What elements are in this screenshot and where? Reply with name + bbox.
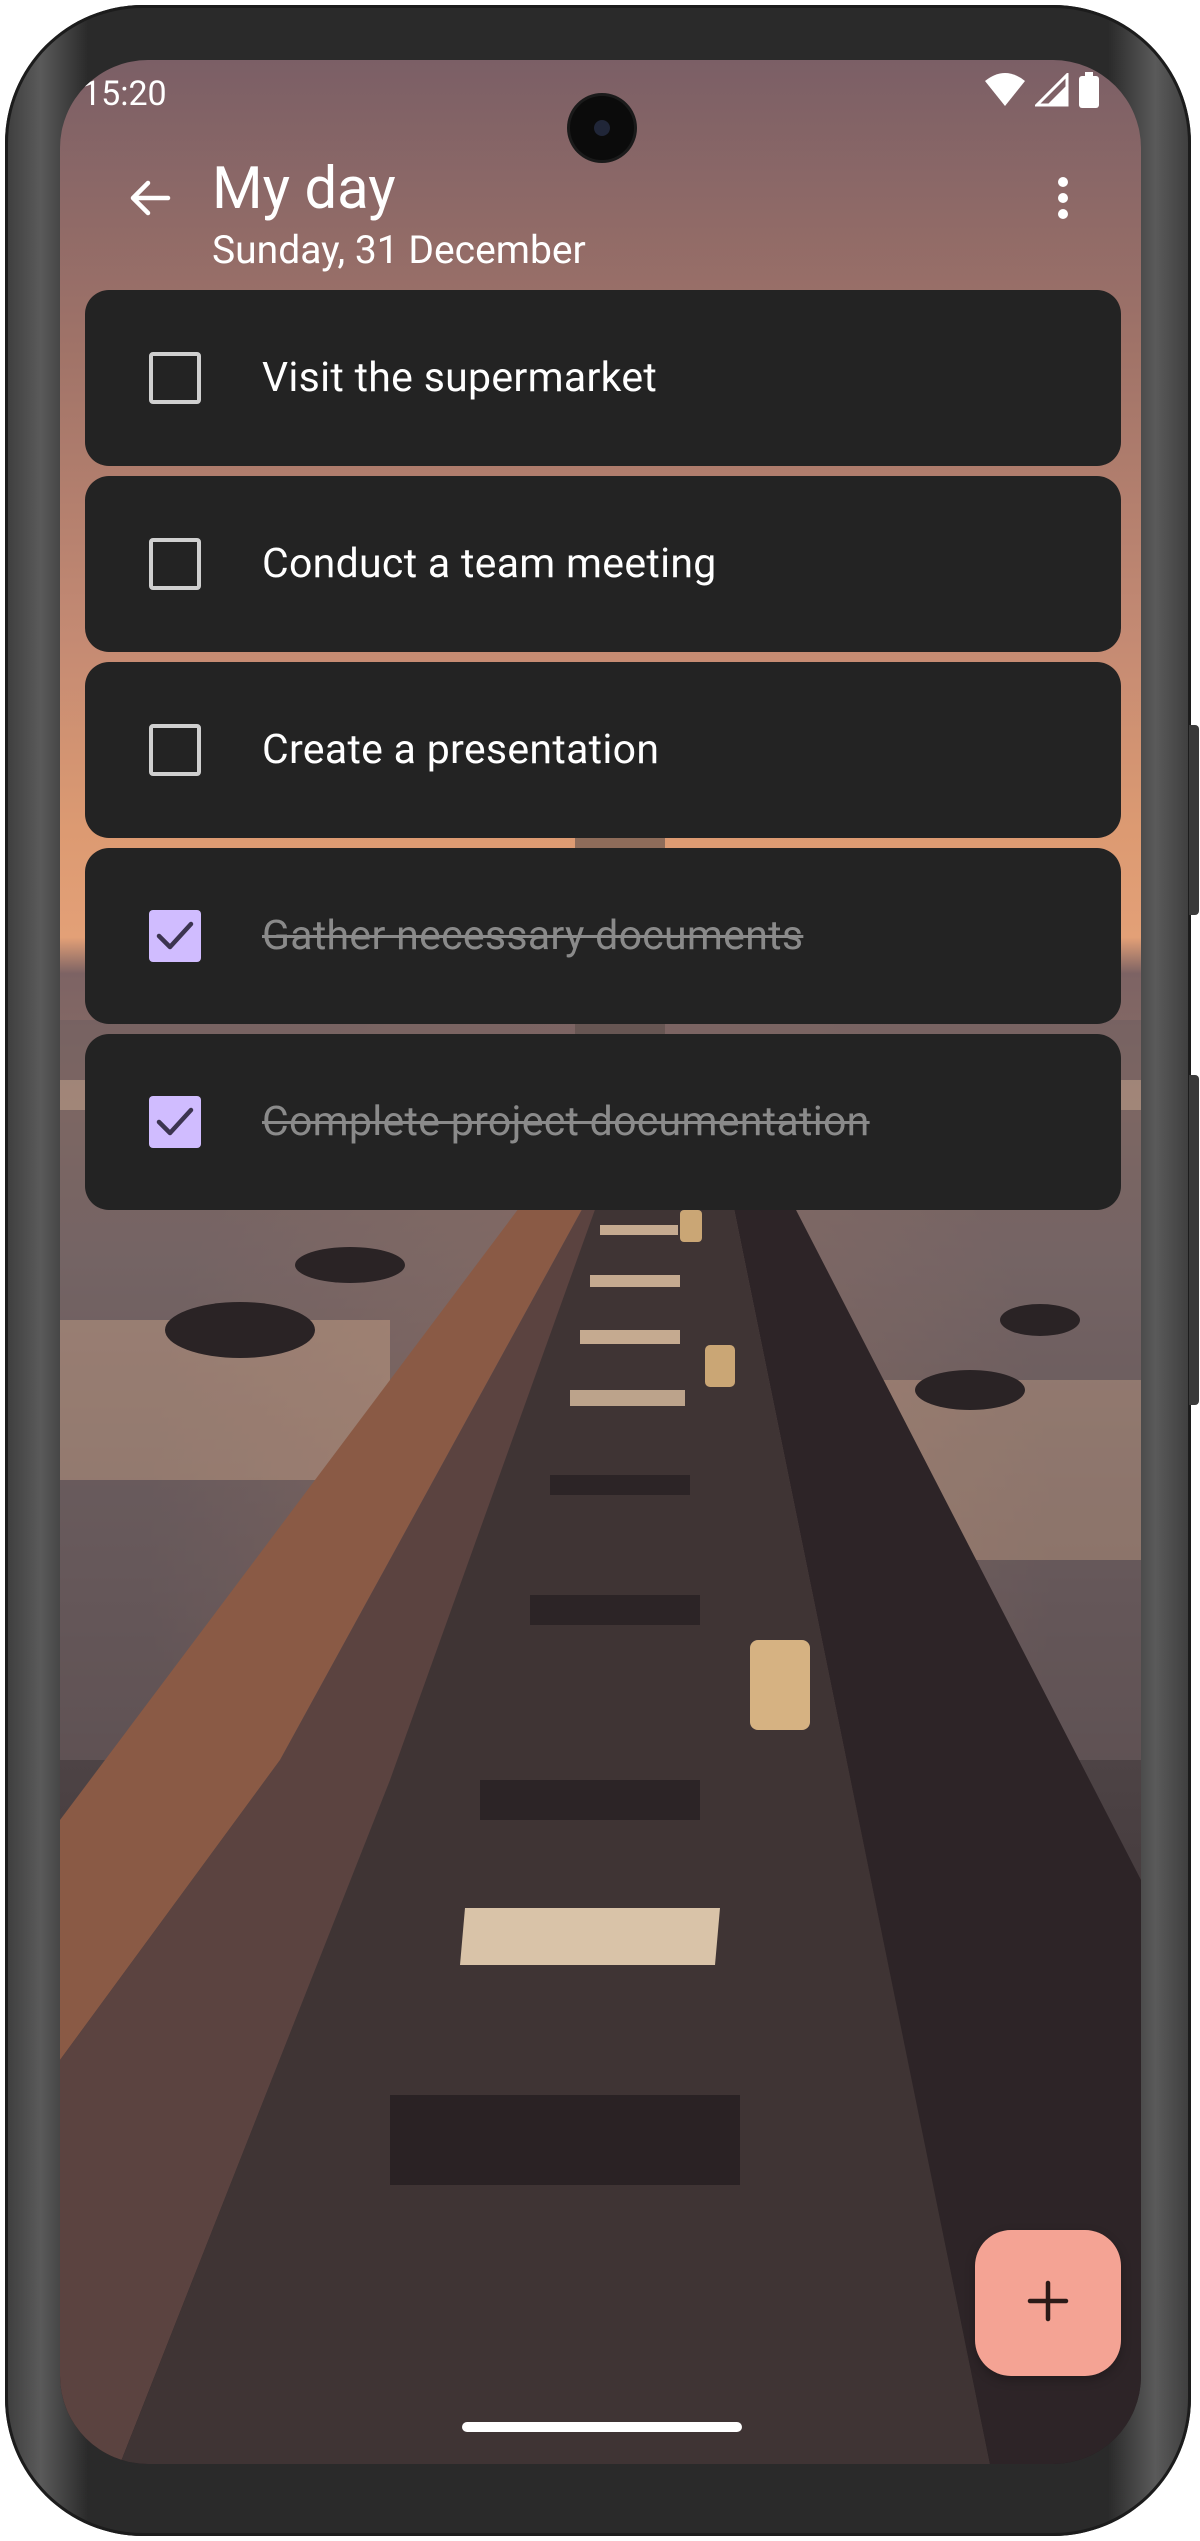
status-icons [985,71,1099,112]
task-item[interactable]: Create a presentation [85,662,1121,838]
back-button[interactable] [114,164,186,236]
task-label: Create a presentation [262,726,660,774]
task-item-completed[interactable]: Gather necessary documents [85,848,1121,1024]
add-task-button[interactable] [975,2230,1121,2376]
more-vert-icon [1057,176,1069,224]
volume-button [1189,1075,1199,1405]
task-item[interactable]: Visit the supermarket [85,290,1121,466]
task-checkbox[interactable] [149,538,201,590]
front-camera [570,96,634,160]
task-item[interactable]: Conduct a team meeting [85,476,1121,652]
task-checkbox[interactable] [149,352,201,404]
arrow-back-icon [126,174,174,226]
screen: 15:20 My day Sunday, 31 December Visit t… [60,60,1141,2464]
wifi-icon [985,73,1025,111]
more-options-button[interactable] [1027,164,1099,236]
page-subtitle-date: Sunday, 31 December [212,227,586,273]
power-button [1189,725,1199,915]
checkmark-icon [156,1107,194,1136]
checkmark-icon [156,921,194,950]
gesture-home-bar[interactable] [462,2422,742,2432]
signal-icon [1033,71,1069,111]
status-time: 15:20 [82,74,167,114]
task-label: Conduct a team meeting [262,540,717,588]
add-icon [1026,2279,1070,2327]
task-list: Visit the supermarket Conduct a team mee… [85,290,1121,1220]
task-checkbox-checked[interactable] [149,910,201,962]
page-title: My day [212,155,396,223]
task-checkbox[interactable] [149,724,201,776]
task-label: Visit the supermarket [262,354,658,402]
battery-icon [1079,72,1099,112]
task-label: Gather necessary documents [262,912,804,960]
task-checkbox-checked[interactable] [149,1096,201,1148]
task-label: Complete project documentation [262,1098,870,1146]
task-item-completed[interactable]: Complete project documentation [85,1034,1121,1210]
phone-frame: 15:20 My day Sunday, 31 December Visit t… [5,5,1199,2536]
